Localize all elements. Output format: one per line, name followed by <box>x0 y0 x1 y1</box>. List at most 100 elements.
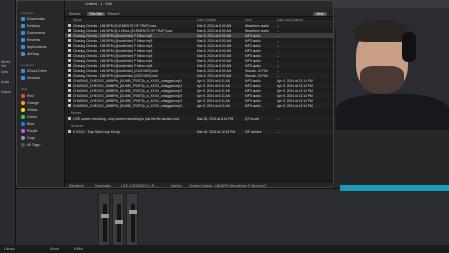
cell-last: -- <box>277 43 280 48</box>
sidebar-item-applications[interactable]: Applications <box>21 44 46 50</box>
sidebar-tag-red[interactable]: Red <box>21 93 34 99</box>
daw-label: Sync <box>1 70 9 74</box>
sidebar-tag-orange[interactable]: Orange <box>21 100 39 106</box>
fader-handle[interactable] <box>101 214 109 218</box>
file-icon <box>68 74 71 77</box>
sidebar-item-label: Gray <box>27 136 35 140</box>
tab-editor[interactable]: Editor <box>74 247 83 251</box>
sidebar-item-downloads[interactable]: Downloads <box>21 16 45 22</box>
sidebar-item-label: Blue <box>27 122 35 126</box>
cell-date: Apr 9, 2024 at 6:11 AM <box>197 83 231 88</box>
save-button[interactable]: Save <box>313 11 327 16</box>
tag-dot-icon <box>21 136 25 140</box>
file-list: Chasing Checks - 186 BPM (ELEMENTS OF TR… <box>65 23 333 134</box>
cell-kind: MP3 audio <box>245 33 261 38</box>
sidebar-item-label: Downloads <box>27 17 45 21</box>
tab-library[interactable]: Library <box>4 247 15 251</box>
file-icon <box>68 44 71 47</box>
sidebar-item-recents[interactable]: Recents <box>21 37 40 43</box>
sidebar-tag-gray[interactable]: Gray <box>21 135 35 141</box>
cell-name: Chasing Checks - 186 BPM (@codehize) F M… <box>73 43 153 48</box>
sidebar-tag-blue[interactable]: Blue <box>21 121 34 127</box>
cell-kind: MP3 audio <box>245 43 261 48</box>
fader-handle[interactable] <box>115 220 123 224</box>
file-icon <box>68 89 71 92</box>
cell-date: Mar 8, 2024 at 8:00 AM <box>197 23 232 28</box>
file-icon <box>68 99 71 102</box>
path-item[interactable]: Downloads <box>95 184 111 187</box>
mixer-channel-strip[interactable] <box>98 193 110 248</box>
cell-name: CHASING_CHECKS_186BPM_(DUMB_TRIST)k_a_XX… <box>73 88 182 93</box>
sidebar-item-airdrop[interactable]: AirDrop <box>21 51 39 57</box>
sidebar-item-documents[interactable]: Documents <box>21 30 45 36</box>
cell-last: -- <box>277 33 280 38</box>
airdrop-icon <box>21 52 25 56</box>
scope-this-mac[interactable]: This Mac <box>87 11 105 16</box>
cell-kind: ZIP archive <box>245 129 262 134</box>
sidebar-item-desktop[interactable]: Desktop <box>21 23 40 29</box>
sidebar-item-network[interactable]: Network <box>21 75 40 81</box>
sidebar-tag-purple[interactable]: Purple <box>21 128 37 134</box>
daw-region[interactable] <box>340 185 449 191</box>
tab-score[interactable]: Score <box>50 247 59 251</box>
cell-last: -- <box>277 129 280 134</box>
file-icon <box>68 24 71 27</box>
file-icon <box>68 64 71 67</box>
sidebar-section-favorites: Favorites <box>21 11 34 15</box>
cell-kind: QT movie <box>245 116 260 121</box>
column-kind[interactable]: Kind <box>245 18 251 22</box>
sidebar-tag-yellow[interactable]: Yellow <box>21 107 37 113</box>
cell-name: Chasing Checks - 186 BPM (@codehize) (24… <box>73 68 158 73</box>
sidebar-item-icloud[interactable]: iCloud Drive <box>21 68 47 74</box>
tag-dot-icon <box>21 94 25 98</box>
sidebar-item-label: AirDrop <box>27 52 40 56</box>
column-name[interactable]: Name <box>73 18 82 22</box>
column-last-opened[interactable]: Date Last Opened <box>277 18 303 22</box>
column-date[interactable]: Date Created <box>197 18 216 22</box>
sidebar-item-label: Orange <box>27 101 39 105</box>
webcam-overlay <box>336 8 449 130</box>
mixer-channel-strip[interactable] <box>112 193 124 248</box>
cell-kind: MP3 audio <box>245 83 261 88</box>
sidebar-tag-green[interactable]: Green <box>21 114 37 120</box>
file-icon <box>68 130 71 133</box>
webcam-person-beard <box>360 66 404 94</box>
file-icon <box>68 94 71 97</box>
cell-name: LIVE screen recording - crop screen reco… <box>73 116 180 121</box>
cell-last: -- <box>277 23 280 28</box>
tag-dot-icon <box>21 143 25 147</box>
path-item[interactable]: Chasing Checks - 186 BPM (@codehize) F M… <box>189 184 266 187</box>
tag-dot-icon <box>21 108 25 112</box>
dialog-title: Untitled - 1 - Edit <box>85 2 112 6</box>
cell-date: Mar 8, 2024 at 8:00 AM <box>197 63 232 68</box>
sidebar-item-label: Documents <box>27 31 46 35</box>
cell-name: CHASING_CHECKS_186BPM_(DUMB_TRIST)k_a_XX… <box>73 93 182 98</box>
file-icon <box>68 54 71 57</box>
cell-date: Mar 8, 2024 at 8:00 AM <box>197 68 232 73</box>
sidebar-item-label: Yellow <box>27 108 38 112</box>
daw-bottom-tabs: Library Score Editor <box>0 245 449 253</box>
cell-kind: Standa...ID File <box>245 68 268 73</box>
cell-last: -- <box>277 116 280 121</box>
tag-dot-icon <box>21 115 25 119</box>
table-row[interactable]: 5 XXXX - Trap Stad Loop Kit.zip Mar 16, 2… <box>65 129 333 134</box>
cell-name: Chasing Checks - 186 BPM (@codehize) F M… <box>73 48 153 53</box>
cell-date: Mar 8, 2024 at 8:00 AM <box>197 73 232 78</box>
path-item[interactable]: Macintosh <box>69 184 84 187</box>
path-item[interactable]: Add Ins <box>171 184 182 187</box>
scope-recent[interactable]: "Recent" <box>107 12 120 16</box>
cell-date: Mar 26, 2024 at 8:44 PM <box>197 116 234 121</box>
cell-name: Chasing Checks - 186 BPM (@codehize) (24… <box>73 73 158 78</box>
sidebar-tag-all[interactable]: All Tags... <box>21 142 43 148</box>
cell-name: CHASING_CHECKS_186BPM_(DUMB_TRIST)k_a_XX… <box>73 78 182 83</box>
cell-name: Chasing Checks - 186 BPM (@codehize) F M… <box>73 58 153 63</box>
mixer-channel-strip[interactable] <box>126 193 138 248</box>
sidebar-section-tags: Tags <box>21 87 28 91</box>
cell-kind: Standa...ID File <box>245 73 268 78</box>
search-scope-bar: Search: This Mac "Recent" Save <box>65 10 333 17</box>
file-dialog: Favorites Downloads Desktop Documents Re… <box>16 0 334 188</box>
cell-date: Apr 9, 2024 at 6:11 AM <box>197 98 231 103</box>
fader-handle[interactable] <box>129 210 137 214</box>
folder-icon <box>21 31 25 35</box>
path-item[interactable]: LIVE 3 SESSION 6 1 R... <box>121 184 157 187</box>
